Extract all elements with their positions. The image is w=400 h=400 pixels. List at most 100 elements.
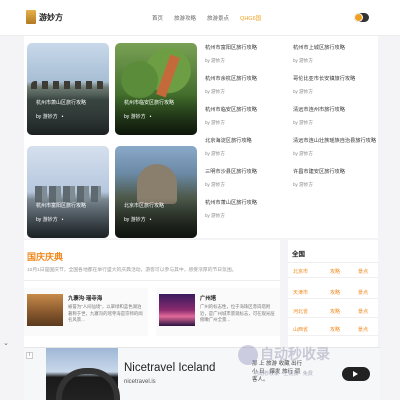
region-title: 全国 [292, 251, 305, 258]
region-guide-link[interactable]: 攻略 [330, 326, 340, 333]
watermark: 自动秒收录 [238, 344, 330, 366]
list-item-author: by 游妙方 [205, 151, 225, 156]
list-item-title: 杭州市萧山区旅行攻略 [205, 200, 257, 206]
festival-card-text: 被誉为"人间仙境"，以翠绿和蓝色湖泊著称于世，九寨沟的瑶寺海是宗师的闻名风景..… [68, 304, 143, 322]
logo-icon [26, 10, 36, 24]
nav-item-guides[interactable]: 旅游攻略 [174, 14, 196, 22]
card-dot: • [149, 217, 152, 223]
card-title: 杭州市萧山区旅行攻略 [36, 100, 87, 106]
region-name[interactable]: 河北省 [293, 308, 308, 315]
region-name[interactable]: 天津市 [293, 289, 308, 296]
festival-card-title: 九寨沟·瑶寺海 [68, 296, 103, 302]
ad-play-button[interactable] [342, 367, 370, 381]
region-row: 河北省 攻略 景点 [288, 304, 378, 318]
featured-panel: 杭州市萧山区旅行攻略 by 游妙方 • 杭州市临安区旅行攻略 by 游妙方 • 杭州… [24, 36, 378, 238]
list-item-author: by 游妙方 [293, 151, 313, 156]
divider [288, 262, 378, 263]
list-item[interactable]: 清远市连山壮族瑶族自治县旅行攻略 by 游妙方 [293, 137, 383, 157]
festival-card[interactable]: 广州塔 广州的标志性，位于海珠区赤岗塔附近，是广州城市景观标志，可在观光层俯瞰广… [156, 288, 280, 336]
card-title: 杭州市富阳区旅行攻略 [36, 203, 87, 209]
list-item[interactable]: 三明市沙县区旅行攻略 by 游妙方 [205, 168, 295, 188]
nav-item-home[interactable]: 首页 [152, 14, 163, 22]
list-item-author: by 游妙方 [293, 182, 313, 187]
jiuzhaigou-image [27, 294, 63, 326]
card-author: by 游妙方 • [124, 216, 151, 223]
list-item-title: 杭州市临安区旅行攻略 [205, 107, 257, 113]
feature-card[interactable]: 杭州市临安区旅行攻略 by 游妙方 • [115, 43, 197, 135]
card-author-text: by 游妙方 [36, 114, 58, 120]
list-item[interactable]: 杭州市萧山区旅行攻略 by 游妙方 [205, 199, 295, 219]
feature-card[interactable]: 北京市区旅行攻略 by 游妙方 • [115, 146, 197, 238]
list-item-author: by 游妙方 [205, 120, 225, 125]
card-dot: • [149, 114, 152, 120]
nav-item-active[interactable]: QHG6国 [240, 14, 261, 22]
region-guide-link[interactable]: 攻略 [330, 308, 340, 315]
list-item-author: by 游妙方 [205, 89, 225, 94]
list-item-title: 许昌市建安区旅行攻略 [293, 169, 345, 175]
list-item-title: 北京海淀区旅行攻略 [205, 138, 252, 144]
ad-title[interactable]: Nicetravel Iceland [124, 362, 215, 374]
card-author-text: by 游妙方 [124, 114, 146, 120]
list-item-author: by 游妙方 [205, 58, 225, 63]
region-spot-link[interactable]: 景点 [358, 268, 368, 275]
region-row: 山西省 攻略 景点 [288, 322, 378, 336]
list-item-author: by 游妙方 [205, 182, 225, 187]
card-author: by 游妙方 • [36, 113, 63, 120]
ad-info-icon[interactable]: i [26, 352, 33, 359]
card-dot: • [61, 217, 64, 223]
list-item[interactable]: 杭州市上城区旅行攻略 by 游妙方 [293, 44, 383, 64]
festival-desc: 10月1日是国庆节，全国各地都在举行盛大的庆典活动，游客可以参与其中，感受浓厚的… [27, 268, 237, 273]
list-item[interactable]: 清远市连州市旅行攻略 by 游妙方 [293, 106, 383, 126]
list-item[interactable]: 杭州市富阳区旅行攻略 by 游妙方 [205, 44, 295, 64]
list-item[interactable]: 许昌市建安区旅行攻略 by 游妙方 [293, 168, 383, 188]
watermark-subtext: 自动秒收录 · 上链接 · 免费 [254, 371, 313, 377]
toggle-knob [354, 13, 363, 22]
list-item-title: 哥伦比亚市长安镇旅行攻略 [293, 76, 356, 82]
region-row: 天津市 攻略 景点 [288, 285, 378, 299]
main-nav: 首页 旅游攻略 旅游景点 QHG6国 [152, 14, 261, 22]
list-item-author: by 游妙方 [205, 213, 225, 218]
card-author-text: by 游妙方 [36, 217, 58, 223]
site-header: 游妙方 首页 旅游攻略 旅游景点 QHG6国 [0, 0, 400, 36]
list-item[interactable]: 北京海淀区旅行攻略 by 游妙方 [205, 137, 295, 157]
card-author: by 游妙方 • [36, 216, 63, 223]
feature-card[interactable]: 杭州市富阳区旅行攻略 by 游妙方 • [27, 146, 109, 238]
list-item-author: by 游妙方 [293, 58, 313, 63]
feature-card[interactable]: 杭州市萧山区旅行攻略 by 游妙方 • [27, 43, 109, 135]
list-item-author: by 游妙方 [293, 120, 313, 125]
festival-card-title: 广州塔 [200, 296, 217, 302]
region-guide-link[interactable]: 攻略 [330, 268, 340, 275]
divider [24, 280, 280, 281]
region-name[interactable]: 山西省 [293, 326, 308, 333]
card-title: 北京市区旅行攻略 [124, 203, 165, 209]
region-spot-link[interactable]: 景点 [358, 289, 368, 296]
region-spot-link[interactable]: 景点 [358, 308, 368, 315]
nav-item-attractions[interactable]: 旅游景点 [207, 14, 229, 22]
list-item-title: 三明市沙县区旅行攻略 [205, 169, 257, 175]
list-item-title: 杭州市上城区旅行攻略 [293, 45, 345, 51]
festival-card-text: 广州的标志性，位于海珠区赤岗塔附近，是广州城市景观标志，可在观光层俯瞰广州全景.… [200, 304, 275, 322]
card-author: by 游妙方 • [124, 113, 151, 120]
festival-card[interactable]: 九寨沟·瑶寺海 被誉为"人间仙境"，以翠绿和蓝色湖泊著称于世，九寨沟的瑶寺海是宗… [24, 288, 148, 336]
list-item-author: by 游妙方 [293, 89, 313, 94]
list-item[interactable]: 哥伦比亚市长安镇旅行攻略 by 游妙方 [293, 75, 383, 95]
region-guide-link[interactable]: 攻略 [330, 289, 340, 296]
list-item[interactable]: 杭州市余杭区旅行攻略 by 游妙方 [205, 75, 295, 95]
chevron-down-icon[interactable]: ⌄ [3, 339, 9, 347]
watermark-logo-icon [238, 345, 258, 366]
list-item-title: 杭州市富阳区旅行攻略 [205, 45, 257, 51]
theme-toggle[interactable] [354, 13, 369, 22]
list-item-title: 清远市连山壮族瑶族自治县旅行攻略 [293, 138, 377, 144]
card-dot: • [61, 114, 64, 120]
list-item[interactable]: 杭州市临安区旅行攻略 by 游妙方 [205, 106, 295, 126]
region-name[interactable]: 北京市 [293, 268, 308, 275]
card-author-text: by 游妙方 [124, 217, 146, 223]
watermark-text: 自动秒收录 [260, 346, 330, 362]
site-logo[interactable]: 游妙方 [26, 10, 63, 24]
card-title: 杭州市临安区旅行攻略 [124, 100, 175, 106]
logo-text: 游妙方 [39, 12, 63, 22]
ad-image [46, 348, 120, 400]
region-spot-link[interactable]: 景点 [358, 326, 368, 333]
ad-domain[interactable]: nicetravel.is [124, 379, 156, 385]
list-item-title: 清远市连州市旅行攻略 [293, 107, 345, 113]
